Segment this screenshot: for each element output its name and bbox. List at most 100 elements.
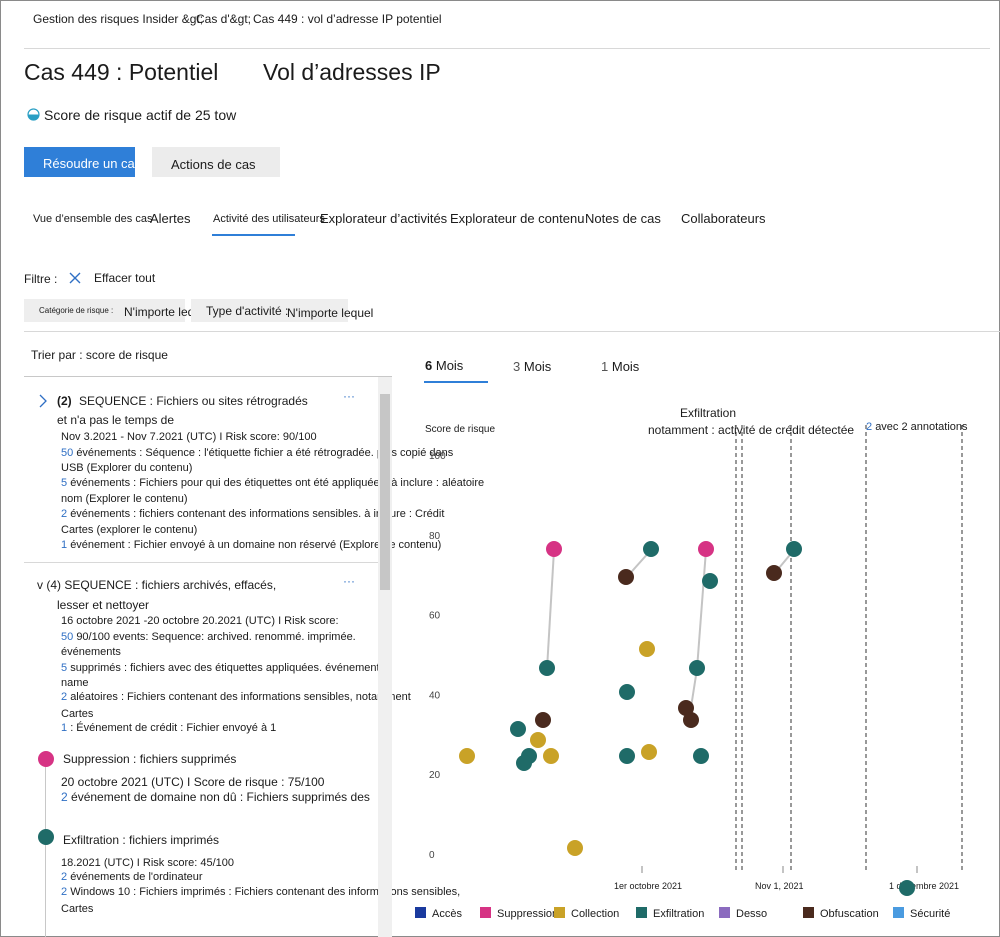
tab-3-months[interactable]: 3 Mois (513, 359, 551, 374)
x-tick-label: Nov 1, 2021 (755, 881, 804, 891)
page-title-suffix: Vol d’adresses IP (263, 59, 441, 85)
event-line-cont[interactable]: nom (Explorer le contenu) (61, 492, 188, 506)
exfiltration-title[interactable]: Exfiltration : fichiers imprimés (63, 833, 219, 847)
legend-label: Accès (432, 908, 462, 920)
event-line: 2 événement de domaine non dû : Fichiers… (61, 790, 370, 804)
sequence-title[interactable]: v (4) SEQUENCE : fichiers archivés, effa… (37, 578, 276, 592)
data-point (643, 541, 659, 557)
data-point (693, 748, 709, 764)
feed-top-divider (24, 376, 392, 377)
data-point (899, 880, 915, 896)
exfiltration-dot-icon (38, 829, 54, 845)
more-options-icon[interactable]: ··· (343, 389, 355, 403)
data-point (510, 721, 526, 737)
legend-label: Suppression (497, 908, 559, 920)
tab-content-explorer[interactable]: Explorateur de contenu (450, 211, 584, 226)
legend-item[interactable]: Collection (554, 907, 619, 920)
data-point (539, 660, 555, 676)
risk-category-filter[interactable]: Catégorie de risque : N'importe lequel (24, 299, 210, 322)
filter-label: Filtre : (24, 272, 58, 286)
range-tab-indicator (424, 381, 488, 383)
exfiltration-meta: 18.2021 (UTC) I Risk score: 45/100 (61, 857, 235, 869)
y-tick-label: 100 (429, 451, 446, 462)
feed-scrollbar-thumb[interactable] (380, 394, 390, 590)
data-point (786, 541, 802, 557)
deletion-title[interactable]: Suppression : fichiers supprimés (63, 752, 236, 766)
tab-contributors[interactable]: Collaborateurs (681, 211, 766, 226)
legend-item[interactable]: Exfiltration (636, 907, 704, 920)
suppression-dot-icon (38, 751, 54, 767)
data-point (702, 573, 718, 589)
clear-filter-icon[interactable] (69, 272, 81, 284)
breadcrumb-item-current: Cas 449 : vol d’adresse IP potentiel (253, 12, 442, 26)
data-point (683, 712, 699, 728)
tab-user-activity[interactable]: Activité des utilisateurs (213, 213, 325, 225)
legend-label: Collection (571, 908, 620, 920)
risk-category-label: Catégorie de risque : (39, 306, 114, 315)
event-line-cont: événements (61, 646, 121, 658)
legend-item[interactable]: Suppression (480, 907, 558, 920)
legend-swatch (803, 907, 814, 918)
tab-1-month[interactable]: 1 Mois (601, 359, 639, 374)
tab-alerts[interactable]: Alertes (150, 211, 190, 226)
sort-label[interactable]: Trier par : score de risque (31, 348, 168, 362)
sequence-link (688, 549, 707, 721)
chevron-right-icon[interactable] (39, 394, 48, 408)
risk-score-chart: Score de risque 0 20 40 60 80 100 1er octobre… (425, 424, 963, 896)
data-point (698, 541, 714, 557)
y-tick-label: 0 (429, 850, 435, 861)
tab-activity-explorer[interactable]: Explorateur d’activités (320, 211, 447, 226)
event-line-cont[interactable]: Cartes (explorer le contenu) (61, 523, 197, 537)
deletion-meta: 20 octobre 2021 (UTC) I Score de risque … (61, 775, 325, 789)
event-line: 1 : Événement de crédit : Fichier envoyé… (61, 722, 277, 734)
legend-swatch (719, 907, 730, 918)
sequence-title-cont: lesser et nettoyer (57, 598, 150, 612)
event-line: 2 aléatoires : Fichiers contenant des in… (61, 691, 411, 703)
more-options-icon[interactable]: ··· (343, 574, 355, 588)
legend-swatch (893, 907, 904, 918)
sequence-title[interactable]: SEQUENCE : Fichiers ou sites rétrogradés (79, 394, 308, 408)
tab-case-overview[interactable]: Vue d’ensemble des cas (33, 213, 152, 225)
event-line: 50 90/100 events: Sequence: archived. re… (61, 631, 356, 643)
data-point (639, 641, 655, 657)
feed-item-divider (24, 562, 378, 563)
data-point (567, 840, 583, 856)
data-point (535, 712, 551, 728)
event-line: 2 événements de l'ordinateur (61, 871, 203, 883)
active-tab-indicator (212, 234, 295, 236)
activity-type-filter[interactable]: Type d'activité : N'importe lequel (191, 299, 373, 322)
y-tick-label: 40 (429, 690, 441, 701)
legend-swatch (554, 907, 565, 918)
legend-label: Exfiltration (653, 908, 705, 920)
legend-item[interactable]: Obfuscation (803, 907, 879, 920)
sequence-meta: Nov 3.2021 - Nov 7.2021 (UTC) I Risk sco… (61, 431, 317, 443)
event-line-cont[interactable]: USB (Explorer du contenu) (61, 461, 192, 475)
activity-type-label: Type d'activité : (206, 304, 289, 318)
legend-label: Sécurité (910, 908, 951, 920)
sequence-meta: 16 octobre 2021 -20 octobre 20.2021 (UTC… (61, 615, 339, 627)
sequence-title-cont: et n'a pas le temps de (57, 413, 175, 427)
clear-all-button[interactable]: Effacer tout (94, 271, 155, 285)
case-actions-button[interactable]: Actions de cas (152, 147, 280, 177)
y-tick-label: 20 (429, 770, 441, 781)
y-tick-label: 80 (429, 531, 441, 542)
breadcrumb-item-irm[interactable]: Gestion des risques Insider &gt; (33, 12, 203, 26)
legend-item[interactable]: Accès (415, 907, 462, 920)
data-point (619, 748, 635, 764)
breadcrumb-item-cases[interactable]: Cas d'&gt; (196, 12, 251, 26)
timeline-line (45, 760, 46, 937)
data-point (618, 569, 634, 585)
legend-item[interactable]: Desso (719, 907, 767, 920)
activity-type-value: N'importe lequel (287, 306, 374, 320)
data-point (766, 565, 782, 581)
data-point (641, 744, 657, 760)
legend-item[interactable]: Sécurité (893, 907, 950, 920)
sequence-count: (2) (57, 394, 72, 408)
tab-6-months[interactable]: 6 Mois (425, 358, 463, 373)
resolve-case-button[interactable]: Résoudre un cas (24, 147, 135, 177)
legend-swatch (415, 907, 426, 918)
legend-swatch (480, 907, 491, 918)
tab-case-notes[interactable]: Notes de cas (585, 211, 661, 226)
risk-gauge-icon (27, 108, 40, 121)
x-tick-label: 1er octobre 2021 (614, 881, 682, 891)
